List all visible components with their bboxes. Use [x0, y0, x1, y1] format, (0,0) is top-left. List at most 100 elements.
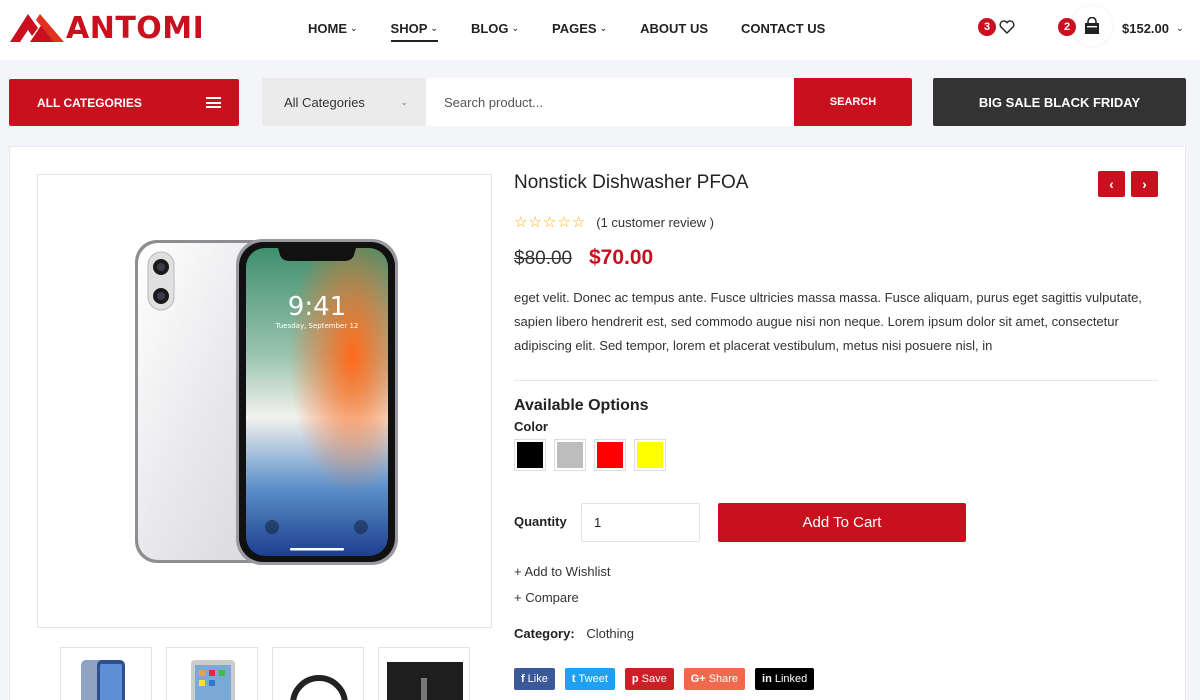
wishlist-count-badge: 3: [978, 18, 996, 36]
logo-mark-icon: [10, 14, 64, 42]
nav-pages[interactable]: PAGES ⌄: [552, 18, 607, 38]
big-sale-button[interactable]: BIG SALE BLACK FRIDAY: [933, 78, 1186, 126]
add-to-cart-button[interactable]: Add To Cart: [718, 503, 966, 542]
color-label: Color: [514, 419, 548, 434]
thumbnail-phone-blue[interactable]: [60, 647, 152, 700]
search-button[interactable]: SEARCH: [794, 78, 912, 126]
search-bar: All Categories ⌄ SEARCH: [262, 78, 912, 126]
product-description: eget velit. Donec ac tempus ante. Fusce …: [514, 290, 1142, 353]
thumbnail-tablet[interactable]: [166, 647, 258, 700]
color-swatch-yellow[interactable]: [634, 439, 666, 471]
color-swatch-red[interactable]: [594, 439, 626, 471]
twitter-tweet-button[interactable]: t Tweet: [564, 668, 615, 690]
product-rating: ☆ ☆ ☆ ☆ ☆ (1 customer review ): [514, 213, 714, 231]
old-price: $80.00: [514, 248, 573, 269]
linkedin-icon: in: [762, 673, 772, 685]
nav-shop-label: SHOP: [390, 20, 428, 36]
logo[interactable]: ANTOMI: [10, 10, 204, 46]
review-count-link[interactable]: (1 customer review ): [596, 215, 714, 230]
nav-home[interactable]: HOME ⌄: [308, 18, 358, 38]
linkedin-share-label: Linked: [774, 673, 808, 685]
nav-pages-label: PAGES: [552, 20, 597, 36]
wishlist-button[interactable]: 3: [978, 12, 1022, 42]
chevron-down-icon: ⌄: [400, 96, 408, 107]
social-share-buttons: f Like t Tweet p Save G+ Share in Linked: [514, 668, 824, 690]
pinterest-save-label: Save: [641, 673, 667, 685]
phone-image: 9:41 Tuesday, September 12: [135, 239, 398, 565]
search-category-select[interactable]: All Categories ⌄: [262, 78, 426, 126]
facebook-icon: f: [521, 673, 525, 685]
product-nav-arrows: ‹ ›: [1098, 171, 1158, 197]
shopping-bag-icon: [1072, 6, 1112, 46]
swatch-fill: [597, 442, 623, 468]
previous-product-button[interactable]: ‹: [1098, 171, 1125, 197]
color-swatches: [514, 439, 674, 471]
star-empty-icon[interactable]: ☆: [572, 213, 585, 231]
nav-blog[interactable]: BLOG ⌄: [471, 18, 519, 38]
all-categories-button[interactable]: ALL CATEGORIES: [9, 79, 239, 126]
nav-blog-label: BLOG: [470, 20, 509, 36]
chevron-down-icon: ⌄: [430, 22, 438, 33]
cart-button[interactable]: 2: [1058, 6, 1118, 48]
compare-link[interactable]: + Compare: [514, 590, 579, 605]
cart-total[interactable]: $152.00 ⌄: [1122, 21, 1184, 36]
phone-time-text: 9:41: [288, 292, 346, 322]
twitter-tweet-label: Tweet: [578, 673, 608, 685]
add-to-wishlist-link[interactable]: + Add to Wishlist: [514, 564, 610, 579]
product-main-image[interactable]: 9:41 Tuesday, September 12: [37, 174, 492, 628]
phone-date-text: Tuesday, September 12: [275, 322, 359, 330]
quantity-label: Quantity: [514, 514, 567, 529]
product-category: Category: Clothing: [514, 626, 634, 641]
brand-name: ANTOMI: [66, 10, 205, 46]
search-category-value: All Categories: [284, 94, 365, 110]
quantity-input[interactable]: [581, 503, 700, 542]
available-options-heading: Available Options: [514, 397, 649, 414]
color-swatch-black[interactable]: [514, 439, 546, 471]
nav-contact-us[interactable]: CONTACT US: [741, 18, 825, 38]
product-title: Nonstick Dishwasher PFOA: [514, 172, 749, 193]
swatch-fill: [517, 442, 543, 468]
category-value-link[interactable]: Clothing: [586, 626, 634, 641]
pinterest-save-button[interactable]: p Save: [624, 668, 674, 690]
star-empty-icon[interactable]: ☆: [514, 213, 527, 231]
google-plus-share-button[interactable]: G+ Share: [683, 668, 746, 690]
chevron-right-icon: ›: [1142, 176, 1147, 192]
menu-icon: [206, 97, 221, 108]
color-swatch-gray[interactable]: [554, 439, 586, 471]
google-plus-icon: G+: [690, 673, 706, 685]
all-categories-label: ALL CATEGORIES: [37, 95, 142, 110]
nav-shop[interactable]: SHOP ⌄: [390, 18, 439, 42]
facebook-like-label: Like: [527, 673, 548, 685]
thumbnail-headphones[interactable]: [272, 647, 364, 700]
nav-about-label: ABOUT US: [640, 20, 709, 36]
nav-about-us[interactable]: ABOUT US: [640, 18, 708, 38]
pinterest-icon: p: [631, 673, 639, 685]
thumbnail-black-device[interactable]: [378, 647, 470, 700]
next-product-button[interactable]: ›: [1131, 171, 1158, 197]
chevron-down-icon: ⌄: [511, 22, 520, 33]
current-price: $70.00: [589, 246, 654, 269]
twitter-icon: t: [571, 673, 576, 685]
chevron-left-icon: ‹: [1109, 176, 1114, 192]
swatch-fill: [637, 442, 663, 468]
facebook-like-button[interactable]: f Like: [514, 668, 555, 690]
category-label: Category:: [514, 626, 575, 641]
thumbnail-strip: [60, 647, 484, 700]
heart-icon: [992, 12, 1022, 42]
search-input[interactable]: [426, 78, 794, 126]
swatch-fill: [557, 442, 583, 468]
star-empty-icon[interactable]: ☆: [543, 213, 556, 231]
chevron-down-icon: ⌄: [1176, 23, 1184, 33]
google-plus-share-label: Share: [708, 673, 739, 685]
divider: [514, 380, 1158, 381]
chevron-down-icon: ⌄: [350, 22, 358, 33]
cart-count-badge: 2: [1058, 18, 1076, 36]
star-empty-icon[interactable]: ☆: [528, 213, 541, 231]
cart-total-amount: $152.00: [1122, 21, 1169, 36]
star-empty-icon[interactable]: ☆: [557, 213, 570, 231]
nav-contact-label: CONTACT US: [741, 20, 826, 36]
main-nav: HOME ⌄ SHOP ⌄ BLOG ⌄ PAGES ⌄ ABOUT US CONTAC…: [308, 18, 858, 42]
chevron-down-icon: ⌄: [599, 22, 608, 33]
nav-home-label: HOME: [308, 20, 347, 36]
linkedin-share-button[interactable]: in Linked: [755, 668, 815, 690]
